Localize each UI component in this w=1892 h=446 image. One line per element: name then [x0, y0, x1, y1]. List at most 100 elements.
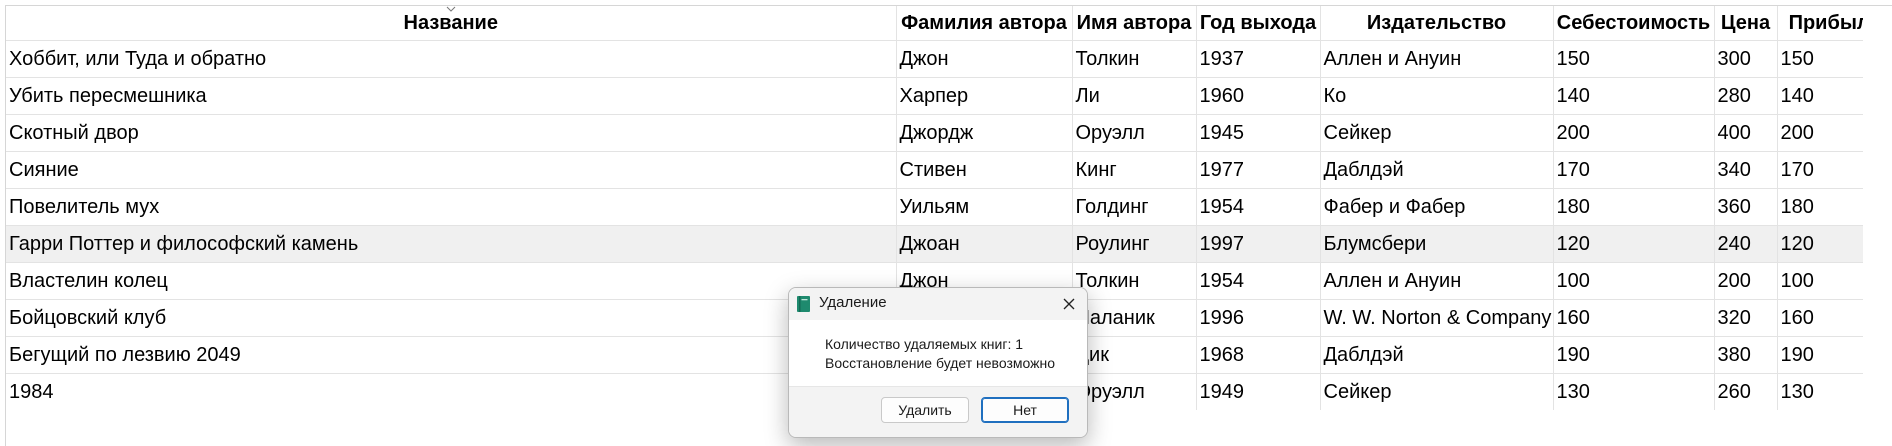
price-cell[interactable]: 200	[1714, 262, 1778, 300]
price-cell[interactable]: 260	[1714, 373, 1778, 410]
dialog-titlebar[interactable]: Удаление	[789, 288, 1087, 320]
cost-cell[interactable]: 140	[1553, 77, 1715, 115]
column-header-label: Имя автора	[1076, 11, 1192, 34]
table-row[interactable]: Убить пересмешника Харпер Ли 1960 Ко 140 280 14…	[6, 77, 1892, 115]
year-cell[interactable]: 1949	[1196, 373, 1321, 410]
year-cell[interactable]: 1977	[1196, 151, 1321, 189]
dialog-body: Количество удаляемых книг: 1 Восстановле…	[789, 320, 1087, 386]
title-cell[interactable]: Властелин колец	[6, 262, 897, 300]
no-button[interactable]: Нет	[981, 397, 1069, 423]
column-header-price[interactable]: Цена	[1714, 6, 1778, 41]
author-surname-cell[interactable]: Джоан	[896, 225, 1073, 263]
year-cell[interactable]: 1968	[1196, 336, 1321, 374]
title-cell[interactable]: 1984	[6, 373, 897, 410]
cost-cell[interactable]: 100	[1553, 262, 1715, 300]
author-name-cell[interactable]: Оруэлл	[1072, 114, 1197, 152]
publisher-cell[interactable]: Аллен и Ануин	[1320, 40, 1554, 78]
column-header-label: Себестоимость	[1556, 11, 1711, 34]
author-name-cell[interactable]: Голдинг	[1072, 188, 1197, 226]
dialog-footer: Удалить Нет	[789, 386, 1087, 437]
title-cell[interactable]: Убить пересмешника	[6, 77, 897, 115]
author-surname-cell[interactable]: Уильям	[896, 188, 1073, 226]
author-surname-cell[interactable]: Харпер	[896, 77, 1073, 115]
book-icon	[797, 296, 810, 312]
publisher-cell[interactable]: Сейкер	[1320, 114, 1554, 152]
year-cell[interactable]: 1954	[1196, 188, 1321, 226]
dialog-title: Удаление	[819, 294, 887, 311]
year-cell[interactable]: 1997	[1196, 225, 1321, 263]
table-row[interactable]: Сияние Стивен Кинг 1977 Даблдэй 170 340 170	[6, 151, 1892, 189]
price-cell[interactable]: 340	[1714, 151, 1778, 189]
publisher-cell[interactable]: Даблдэй	[1320, 151, 1554, 189]
author-name-cell[interactable]: Кинг	[1072, 151, 1197, 189]
publisher-cell[interactable]: Аллен и Ануин	[1320, 262, 1554, 300]
column-header-title[interactable]: Название	[6, 6, 897, 41]
table-header-row: Название Фамилия автора Имя автора Год в…	[6, 6, 1892, 41]
cost-cell[interactable]: 190	[1553, 336, 1715, 374]
column-header-label: Цена	[1720, 11, 1771, 34]
author-name-cell[interactable]: Толкин	[1072, 40, 1197, 78]
price-cell[interactable]: 320	[1714, 299, 1778, 337]
publisher-cell[interactable]: Сейкер	[1320, 373, 1554, 410]
column-header-publisher[interactable]: Издательство	[1320, 6, 1554, 41]
author-name-cell[interactable]: Оруэлл	[1072, 373, 1197, 410]
title-cell[interactable]: Повелитель мух	[6, 188, 897, 226]
author-name-cell[interactable]: Толкин	[1072, 262, 1197, 300]
price-cell[interactable]: 280	[1714, 77, 1778, 115]
column-header-label: Фамилия автора	[901, 11, 1067, 34]
column-header-author-name[interactable]: Имя автора	[1072, 6, 1197, 41]
dialog-message-count: Количество удаляемых книг: 1	[825, 336, 1024, 352]
column-header-cost[interactable]: Себестоимость	[1553, 6, 1715, 41]
author-surname-cell[interactable]: Джон	[896, 40, 1073, 78]
price-cell[interactable]: 400	[1714, 114, 1778, 152]
sort-indicator-icon	[446, 6, 456, 12]
column-header-label: Год выхода	[1199, 11, 1317, 34]
author-name-cell[interactable]: Дик	[1072, 336, 1197, 374]
price-cell[interactable]: 240	[1714, 225, 1778, 263]
column-header-year[interactable]: Год выхода	[1196, 6, 1321, 41]
cost-cell[interactable]: 120	[1553, 225, 1715, 263]
cost-cell[interactable]: 200	[1553, 114, 1715, 152]
price-cell[interactable]: 360	[1714, 188, 1778, 226]
column-header-label: Название	[403, 11, 498, 34]
price-cell[interactable]: 300	[1714, 40, 1778, 78]
table-row[interactable]: Скотный двор Джордж Оруэлл 1945 Сейкер 200 400…	[6, 114, 1892, 152]
cost-cell[interactable]: 130	[1553, 373, 1715, 410]
publisher-cell[interactable]: Даблдэй	[1320, 336, 1554, 374]
table-row[interactable]: Хоббит, или Туда и обратно Джон Толкин 1937…	[6, 40, 1892, 78]
cost-cell[interactable]: 180	[1553, 188, 1715, 226]
title-cell[interactable]: Скотный двор	[6, 114, 897, 152]
column-header-label: Издательство	[1366, 11, 1507, 34]
price-cell[interactable]: 380	[1714, 336, 1778, 374]
author-name-cell[interactable]: Ли	[1072, 77, 1197, 115]
table-row[interactable]: Гарри Поттер и философский камень Джоан Ро…	[6, 225, 1892, 263]
author-surname-cell[interactable]: Стивен	[896, 151, 1073, 189]
author-name-cell[interactable]: Паланик	[1072, 299, 1197, 337]
cost-cell[interactable]: 170	[1553, 151, 1715, 189]
year-cell[interactable]: 1954	[1196, 262, 1321, 300]
publisher-cell[interactable]: Ко	[1320, 77, 1554, 115]
year-cell[interactable]: 1937	[1196, 40, 1321, 78]
delete-confirmation-dialog: Удаление Количество удаляемых книг: 1 Во…	[788, 287, 1088, 438]
title-cell[interactable]: Гарри Поттер и философский камень	[6, 225, 897, 263]
author-surname-cell[interactable]: Джордж	[896, 114, 1073, 152]
column-header-author-surname[interactable]: Фамилия автора	[896, 6, 1073, 41]
publisher-cell[interactable]: Фабер и Фабер	[1320, 188, 1554, 226]
title-cell[interactable]: Бойцовский клуб	[6, 299, 897, 337]
publisher-cell[interactable]: W. W. Norton & Company	[1320, 299, 1554, 337]
title-cell[interactable]: Хоббит, или Туда и обратно	[6, 40, 897, 78]
close-icon	[1063, 298, 1075, 310]
publisher-cell[interactable]: Блумсбери	[1320, 225, 1554, 263]
author-name-cell[interactable]: Роулинг	[1072, 225, 1197, 263]
delete-button[interactable]: Удалить	[881, 397, 969, 423]
cost-cell[interactable]: 150	[1553, 40, 1715, 78]
vertical-scrollbar[interactable]	[1863, 6, 1892, 446]
year-cell[interactable]: 1996	[1196, 299, 1321, 337]
table-row[interactable]: Повелитель мух Уильям Голдинг 1954 Фабер и Ф…	[6, 188, 1892, 226]
close-button[interactable]	[1057, 292, 1081, 316]
title-cell[interactable]: Сияние	[6, 151, 897, 189]
cost-cell[interactable]: 160	[1553, 299, 1715, 337]
title-cell[interactable]: Бегущий по лезвию 2049	[6, 336, 897, 374]
year-cell[interactable]: 1945	[1196, 114, 1321, 152]
year-cell[interactable]: 1960	[1196, 77, 1321, 115]
